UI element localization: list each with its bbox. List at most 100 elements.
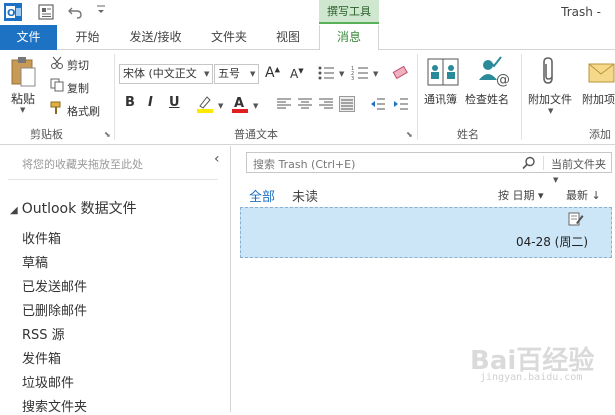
tab-folder[interactable]: 文件夹: [199, 25, 259, 50]
search-icon[interactable]: [522, 156, 536, 170]
chevron-down-icon: ▼: [553, 176, 559, 184]
italic-icon[interactable]: I: [148, 95, 153, 110]
address-book-button[interactable]: 通讯簿: [424, 91, 457, 107]
sort-by-dropdown[interactable]: 按 日期 ▾: [498, 187, 544, 203]
collapse-pane-icon[interactable]: ‹: [214, 151, 220, 167]
context-tab-group-compose: 撰写工具: [319, 0, 379, 24]
bold-icon[interactable]: B: [125, 95, 135, 110]
folder-junk[interactable]: 垃圾邮件: [22, 372, 74, 391]
svg-text:O: O: [7, 8, 16, 19]
decrease-indent-icon[interactable]: [370, 97, 386, 111]
folder-outbox[interactable]: 发件箱: [22, 348, 61, 367]
folder-sent[interactable]: 已发送邮件: [22, 276, 87, 295]
font-size-dropdown-icon[interactable]: ▼: [250, 70, 255, 78]
svg-text:3: 3: [351, 76, 354, 82]
send-receive-icon[interactable]: [37, 3, 55, 21]
underline-icon[interactable]: U: [169, 95, 180, 110]
attach-file-button[interactable]: 附加文件: [528, 91, 572, 107]
sort-order-toggle[interactable]: 最新 ↓: [566, 187, 601, 203]
tab-view[interactable]: 视图: [263, 25, 313, 50]
justify-icon[interactable]: [339, 96, 355, 112]
scissors-icon: [50, 56, 64, 70]
outlook-logo-icon[interactable]: O: [4, 3, 22, 21]
align-left-icon[interactable]: [276, 97, 292, 111]
paperclip-icon[interactable]: [541, 56, 557, 86]
ribbon-tab-bar: 文件 开始 发送/接收 文件夹 视图 消息: [0, 25, 615, 51]
group-divider: [114, 54, 115, 140]
favorites-drop-hint: 将您的收藏夹拖放至此处: [22, 158, 143, 171]
grow-font-icon[interactable]: A▲: [265, 65, 280, 81]
font-name-value: 宋体 (中文正文: [123, 67, 197, 80]
account-header[interactable]: ◢ Outlook 数据文件: [10, 198, 137, 218]
folder-deleted[interactable]: 已删除邮件: [22, 300, 87, 319]
font-color-icon[interactable]: A: [231, 94, 249, 114]
basic-text-launcher-icon[interactable]: ⬊: [406, 130, 413, 139]
copy-icon: [50, 78, 64, 92]
svg-text:A: A: [234, 96, 244, 111]
account-name: Outlook 数据文件: [21, 201, 137, 217]
group-divider: [521, 54, 522, 140]
clipboard-launcher-icon[interactable]: ⬊: [104, 130, 111, 139]
window-title: Trash -: [561, 5, 601, 19]
group-divider: [417, 54, 418, 140]
cut-button[interactable]: 剪切: [67, 57, 89, 73]
format-painter-button[interactable]: 格式刷: [67, 103, 100, 119]
divider: [8, 179, 218, 180]
folder-search[interactable]: 搜索文件夹: [22, 396, 87, 415]
check-names-button[interactable]: 检查姓名: [465, 91, 509, 107]
tab-send-receive[interactable]: 发送/接收: [118, 25, 193, 50]
tab-file[interactable]: 文件: [0, 25, 57, 50]
folder-inbox[interactable]: 收件箱: [22, 228, 61, 247]
filter-all-tab[interactable]: 全部: [249, 186, 275, 205]
undo-icon[interactable]: [67, 4, 83, 20]
font-name-dropdown-icon[interactable]: ▼: [204, 70, 209, 78]
align-center-icon[interactable]: [297, 97, 313, 111]
watermark-url: jingyan.baidu.com: [480, 372, 583, 383]
search-input[interactable]: 搜索 Trash (Ctrl+E) 当前文件夹 ▼: [246, 152, 612, 184]
title-bar: O 撰写工具 Trash -: [0, 0, 615, 25]
align-right-icon[interactable]: [318, 97, 334, 111]
highlight-dropdown-icon[interactable]: ▼: [218, 102, 223, 110]
search-scope-value: 当前文件夹: [551, 158, 606, 171]
paste-button[interactable]: 粘贴: [11, 90, 35, 107]
paste-icon[interactable]: [9, 56, 37, 88]
paste-dropdown-icon[interactable]: ▼: [20, 106, 25, 114]
draft-edit-icon: [568, 212, 584, 226]
quick-access-customize-icon[interactable]: [95, 2, 107, 18]
context-group-label: 撰写工具: [327, 5, 371, 18]
check-names-icon[interactable]: @: [476, 56, 510, 88]
shrink-font-icon[interactable]: A▼: [290, 67, 304, 81]
attach-item-button[interactable]: 附加项: [582, 91, 615, 107]
attach-file-dropdown-icon[interactable]: ▼: [548, 107, 553, 115]
increase-indent-icon[interactable]: [393, 97, 409, 111]
svg-text:@: @: [496, 72, 510, 88]
names-group-label: 姓名: [457, 128, 479, 141]
numbering-icon[interactable]: 1 2 3: [351, 64, 371, 82]
expand-triangle-icon[interactable]: ◢: [10, 205, 18, 216]
address-book-icon[interactable]: [427, 57, 459, 87]
bullets-icon[interactable]: [317, 64, 337, 82]
message-date: 04-28 (周二): [516, 235, 589, 249]
bullets-dropdown-icon[interactable]: ▼: [339, 70, 344, 78]
basic-text-group-label: 普通文本: [234, 128, 278, 141]
clipboard-group-label: 剪贴板: [30, 128, 63, 141]
ribbon: 粘贴 ▼ 剪切 复制 格式刷 剪贴板 ⬊ 宋体 (中文正文 ▼ 五号 ▼ A▲ …: [0, 50, 615, 145]
folder-rss[interactable]: RSS 源: [22, 324, 65, 343]
include-group-label: 添加: [589, 128, 611, 141]
search-scope-dropdown[interactable]: 当前文件夹 ▼: [551, 156, 611, 185]
font-size-value: 五号: [218, 67, 240, 80]
tab-home[interactable]: 开始: [60, 25, 115, 50]
folder-drafts[interactable]: 草稿: [22, 252, 48, 271]
tab-message[interactable]: 消息: [319, 25, 379, 51]
filter-unread-tab[interactable]: 未读: [292, 186, 318, 205]
font-color-dropdown-icon[interactable]: ▼: [253, 102, 258, 110]
copy-button[interactable]: 复制: [67, 80, 89, 96]
list-item[interactable]: 04-28 (周二): [240, 207, 612, 258]
highlight-icon[interactable]: [196, 94, 214, 114]
clear-formatting-icon[interactable]: [391, 63, 411, 81]
numbering-dropdown-icon[interactable]: ▼: [373, 70, 378, 78]
attach-item-icon[interactable]: [588, 58, 615, 84]
divider: [543, 156, 544, 170]
search-placeholder: 搜索 Trash (Ctrl+E): [253, 158, 356, 171]
font-name-select[interactable]: 宋体 (中文正文: [119, 64, 213, 84]
